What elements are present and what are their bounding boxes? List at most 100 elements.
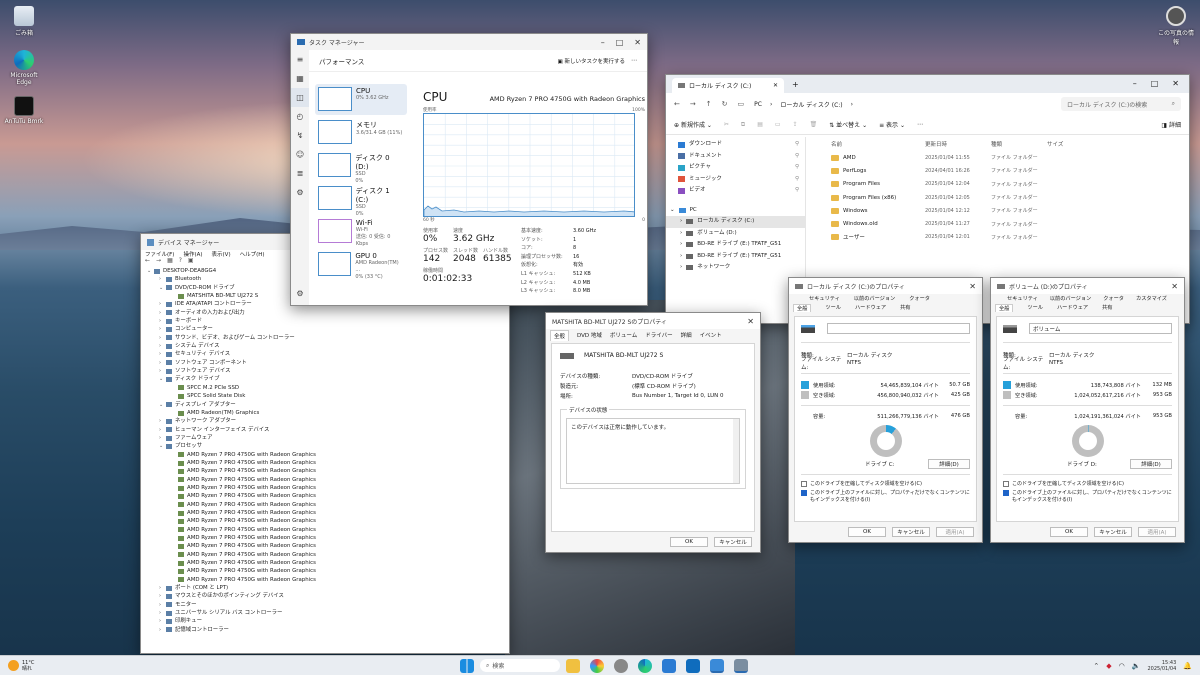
file-row[interactable]: AMD 2025/01/04 11:55 ファイル フォルダー [811,151,1181,164]
column-type[interactable]: 種類 [991,140,1047,148]
chevron-right-icon[interactable]: › [159,434,166,442]
chevron-right-icon[interactable]: › [159,300,166,308]
startup-icon[interactable]: ↯ [291,126,309,145]
recycle-bin-shortcut[interactable]: ごみ箱 [2,6,46,37]
details-button[interactable]: 詳細(D) [928,459,970,469]
outlook-icon[interactable] [686,658,700,673]
nav-pc[interactable]: ⌄ PC [666,205,805,217]
index-checkbox[interactable] [1003,490,1009,496]
maximize-icon[interactable]: □ [1151,79,1159,88]
device-item[interactable]: AMD Ryzen 7 PRO 4750G with Radeon Graphi… [147,451,503,459]
volume-label-input[interactable]: ボリューム [1029,323,1172,334]
antutu-shortcut[interactable]: AnTuTu Bmrk [2,96,46,125]
close-icon[interactable]: ✕ [969,282,976,291]
weather-widget[interactable]: 11°C 晴れ [0,660,34,672]
resource-item[interactable]: ディスク 0 (D:) SSD 0% [315,150,407,184]
file-row[interactable]: Windows 2025/01/04 12:12 ファイル フォルダー [811,204,1181,217]
clock[interactable]: 15:43 2025/01/04 [1147,660,1176,672]
tab-tabs_top-2[interactable]: クォータ [1103,295,1124,302]
device-category[interactable]: ⌄ ディスク ドライブ [147,375,503,383]
device-item[interactable]: AMD Ryzen 7 PRO 4750G with Radeon Graphi… [147,501,503,509]
volume-icon[interactable]: 🔈 [1132,662,1141,670]
device-item[interactable]: SPCC M.2 PCIe SSD [147,384,503,392]
edge-icon[interactable] [638,658,652,673]
services-icon[interactable]: ⚙ [291,183,309,202]
chevron-right-icon[interactable]: › [159,317,166,325]
device-item[interactable]: AMD Ryzen 7 PRO 4750G with Radeon Graphi… [147,484,503,492]
chevron-up-icon[interactable]: ⌃ [1093,662,1099,670]
tab-tabs_bottom-0[interactable]: 全般 [995,303,1014,312]
device-category[interactable]: › オーディオの入力および出力 [147,309,503,317]
column-date[interactable]: 更新日時 [925,140,991,148]
device-item[interactable]: AMD Ryzen 7 PRO 4750G with Radeon Graphi… [147,509,503,517]
device-item[interactable]: AMD Ryzen 7 PRO 4750G with Radeon Graphi… [147,542,503,550]
refresh-icon[interactable]: ↻ [722,100,728,108]
chevron-right-icon[interactable]: › [159,417,166,425]
store-icon[interactable] [662,658,676,673]
device-item[interactable]: AMD Ryzen 7 PRO 4750G with Radeon Graphi… [147,567,503,575]
device-category[interactable]: › キーボード [147,317,503,325]
paste-icon[interactable]: ▤ [757,121,763,128]
tab-tabs_bottom-1[interactable]: ツール [825,304,841,311]
nav-drive[interactable]: › BD-RE ドライブ (E:) TFATF_G51 [666,239,805,251]
device-item[interactable]: AMD Ryzen 7 PRO 4750G with Radeon Graphi… [147,467,503,475]
quick-access-item[interactable]: ビデオ ⚲ [666,185,805,197]
search-input[interactable]: ローカル ディスク (C:)の検索 ⌕ [1061,97,1181,111]
quick-access-item[interactable]: ピクチャ ⚲ [666,162,805,174]
resource-item[interactable]: Wi-Fi Wi-Fi 送信: 0 受信: 0 Kbps [315,216,407,247]
users-icon[interactable]: ☺ [291,145,309,164]
quick-access-item[interactable]: ダウンロード ⚲ [666,139,805,151]
device-category[interactable]: › セキュリティ デバイス [147,350,503,358]
back-icon[interactable]: ← [674,100,680,108]
device-category[interactable]: › 記憶域コントローラー [147,626,503,634]
breadcrumb-drive[interactable]: ローカル ディスク (C:) [780,100,842,109]
tab-tabs_top-2[interactable]: クォータ [909,295,930,302]
tab-4[interactable]: 詳細 [681,331,692,339]
device-item[interactable]: AMD Ryzen 7 PRO 4750G with Radeon Graphi… [147,534,503,542]
view-button[interactable]: ≡ 表示 ⌄ [879,120,905,129]
device-item[interactable]: AMD Ryzen 7 PRO 4750G with Radeon Graphi… [147,526,503,534]
close-icon[interactable]: ✕ [1171,282,1178,291]
chevron-down-icon[interactable]: ⌄ [159,401,166,409]
cancel-button[interactable]: キャンセル [892,527,930,537]
device-item[interactable]: AMD Ryzen 7 PRO 4750G with Radeon Graphi… [147,517,503,525]
details-icon[interactable]: ≣ [291,164,309,183]
index-checkbox[interactable] [801,490,807,496]
file-row[interactable]: Program Files 2025/01/04 12:04 ファイル フォルダー [811,178,1181,191]
more-icon[interactable]: ⋯ [917,121,923,128]
chevron-down-icon[interactable]: ⌄ [159,284,166,292]
file-explorer-icon[interactable] [566,658,580,673]
minimize-icon[interactable]: – [601,38,605,47]
chevron-right-icon[interactable]: › [159,325,166,333]
device-category[interactable]: ⌄ ディスプレイ アダプター [147,401,503,409]
apply-button[interactable]: 適用(A) [936,527,974,537]
scan-icon[interactable]: ▣ [188,257,194,264]
chevron-right-icon[interactable]: › [159,601,166,609]
device-category[interactable]: › 印刷キュー [147,617,503,625]
column-name[interactable]: 名前 [811,140,925,148]
tab-0[interactable]: 全般 [550,329,570,341]
device-item[interactable]: AMD Radeon(TM) Graphics [147,409,503,417]
minimize-icon[interactable]: – [1133,79,1137,88]
photos-icon[interactable] [590,658,604,673]
device-category[interactable]: › マウスとそのほかのポインティング デバイス [147,592,503,600]
scrollbar[interactable] [733,419,739,483]
tab-1[interactable]: DVD 地域 [577,331,602,339]
tab-tabs_top-1[interactable]: 以前のバージョン [854,295,895,302]
up-icon[interactable]: ↑ [706,100,712,108]
chevron-right-icon[interactable]: › [159,367,166,375]
chevron-right-icon[interactable]: › [159,592,166,600]
forward-icon[interactable]: → [690,100,696,108]
breadcrumb-pc[interactable]: PC [754,101,762,108]
breadcrumb[interactable]: PC › ローカル ディスク (C:) › [754,100,853,109]
notification-icon[interactable]: 🔔 [1183,662,1192,670]
new-tab-icon[interactable]: + [792,80,799,89]
device-item[interactable]: AMD Ryzen 7 PRO 4750G with Radeon Graphi… [147,559,503,567]
resource-item[interactable]: CPU 0% 3.62 GHz [315,84,407,115]
close-icon[interactable]: ✕ [634,38,641,47]
chevron-right-icon[interactable]: › [159,584,166,592]
file-row[interactable]: Windows.old 2025/01/04 11:27 ファイル フォルダー [811,217,1181,230]
nav-drive[interactable]: › ボリューム (D:) [666,228,805,240]
device-category[interactable]: › ヒューマン インターフェイス デバイス [147,426,503,434]
close-tab-icon[interactable]: ✕ [773,82,778,89]
